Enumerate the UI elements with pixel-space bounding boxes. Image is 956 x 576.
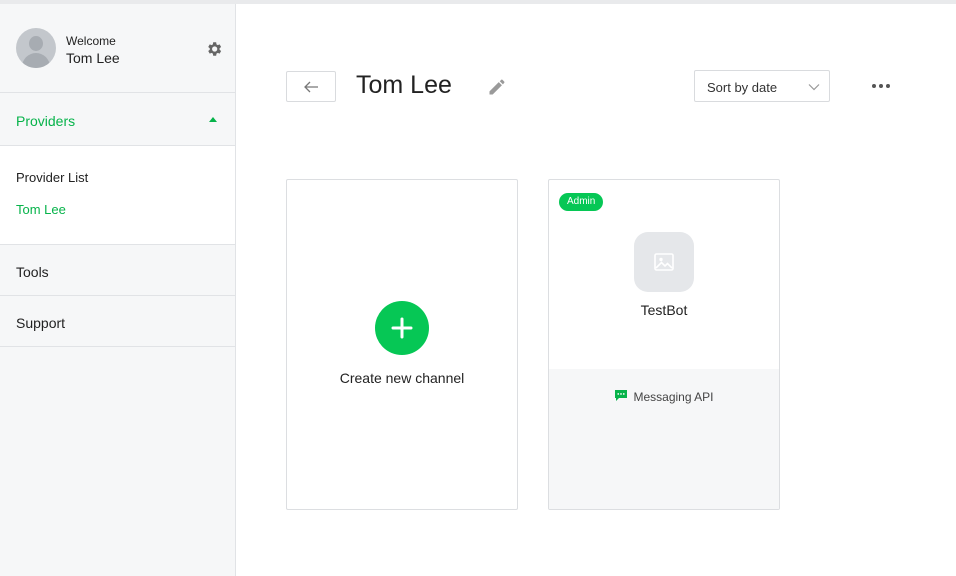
- card-footer: Messaging API: [549, 369, 779, 509]
- profile-section: Welcome Tom Lee: [0, 4, 235, 93]
- sidebar-item-label: Providers: [16, 113, 76, 129]
- sidebar-item-label: Support: [16, 315, 66, 331]
- bot-name: TestBot: [640, 302, 688, 318]
- chevron-down-icon: [808, 84, 820, 91]
- avatar-body: [22, 53, 50, 68]
- gear-icon[interactable]: [205, 40, 223, 58]
- plus-icon: [391, 317, 413, 339]
- bot-avatar: [634, 232, 694, 292]
- more-options-button[interactable]: [866, 76, 896, 96]
- back-button[interactable]: [286, 71, 336, 102]
- sort-selected-value: Sort by date: [707, 80, 778, 95]
- sidebar-item-label: Tools: [16, 264, 49, 280]
- caret-up-icon: [209, 117, 217, 122]
- arrow-left-icon: [304, 81, 318, 93]
- api-type: Messaging API: [549, 389, 779, 404]
- sidebar-item-providers[interactable]: Providers: [0, 94, 235, 146]
- channel-card-testbot[interactable]: Admin TestBot Messaging API: [548, 179, 780, 510]
- api-label: Messaging API: [633, 390, 714, 404]
- page-title: Tom Lee: [356, 71, 452, 99]
- sidebar-item-tom-lee[interactable]: Tom Lee: [16, 202, 66, 217]
- pencil-icon[interactable]: [487, 77, 507, 97]
- providers-submenu: Provider List Tom Lee: [0, 146, 235, 245]
- avatar: [16, 28, 56, 68]
- sort-dropdown[interactable]: Sort by date: [694, 70, 830, 102]
- sidebar-item-support[interactable]: Support: [0, 296, 235, 347]
- avatar-head: [29, 36, 43, 51]
- create-channel-button[interactable]: [375, 301, 429, 355]
- admin-badge: Admin: [559, 193, 604, 211]
- create-channel-label: Create new channel: [339, 370, 465, 386]
- sidebar-item-provider-list[interactable]: Provider List: [16, 170, 88, 185]
- sidebar: Welcome Tom Lee Providers Provider List …: [0, 4, 236, 576]
- user-name: Tom Lee: [66, 50, 120, 66]
- welcome-text: Welcome: [66, 34, 116, 48]
- create-channel-card[interactable]: Create new channel: [286, 179, 518, 510]
- sidebar-item-tools[interactable]: Tools: [0, 245, 235, 296]
- image-placeholder-icon: [654, 253, 674, 271]
- chat-bubble-icon: [615, 390, 628, 401]
